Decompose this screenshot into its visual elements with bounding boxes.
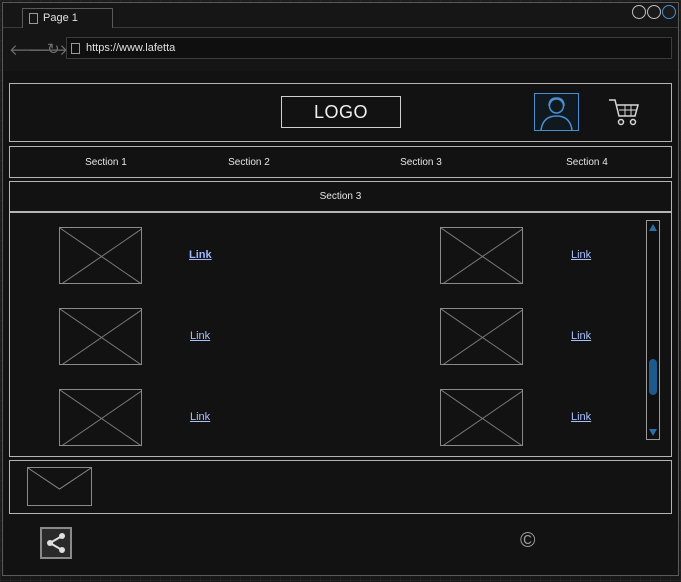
share-icon[interactable] xyxy=(40,527,72,559)
image-placeholder xyxy=(440,389,523,446)
nav-section-2[interactable]: Section 2 xyxy=(209,157,289,168)
reload-icon[interactable]: ↻ xyxy=(47,40,60,58)
nav-section-1[interactable]: Section 1 xyxy=(66,157,146,168)
image-placeholder xyxy=(59,389,142,446)
image-placeholder xyxy=(59,227,142,284)
address-bar[interactable]: https://www.lafetta xyxy=(66,37,672,59)
scrollbar-thumb[interactable] xyxy=(649,359,657,395)
copyright-icon: © xyxy=(520,529,536,552)
mail-icon[interactable] xyxy=(27,467,92,506)
content-link[interactable]: Link xyxy=(571,330,591,342)
maximize-icon[interactable] xyxy=(647,5,661,19)
minimize-icon[interactable] xyxy=(632,5,646,19)
user-avatar-icon[interactable] xyxy=(534,93,579,131)
content-link[interactable]: Link xyxy=(190,330,210,342)
tab-label: Page 1 xyxy=(43,12,78,24)
url-text: https://www.lafetta xyxy=(86,42,176,54)
page-icon xyxy=(29,13,38,24)
scroll-up-icon[interactable] xyxy=(649,224,657,231)
scroll-down-icon[interactable] xyxy=(649,429,657,436)
logo[interactable]: LOGO xyxy=(281,96,401,128)
nav-section-4[interactable]: Section 4 xyxy=(547,157,627,168)
content-link[interactable]: Link xyxy=(189,249,212,261)
contact-panel xyxy=(9,460,672,514)
content-link[interactable]: Link xyxy=(190,411,210,423)
content-link[interactable]: Link xyxy=(571,249,591,261)
nav-section-3[interactable]: Section 3 xyxy=(381,157,461,168)
image-placeholder xyxy=(440,308,523,365)
image-placeholder xyxy=(59,308,142,365)
image-placeholder xyxy=(440,227,523,284)
content-link[interactable]: Link xyxy=(571,411,591,423)
page-icon xyxy=(71,43,80,54)
subnav-label: Section 3 xyxy=(319,191,362,202)
scrollbar[interactable] xyxy=(646,220,660,440)
close-icon[interactable] xyxy=(662,5,676,19)
cart-icon[interactable] xyxy=(607,96,641,128)
browser-tab[interactable]: Page 1 xyxy=(22,8,113,28)
